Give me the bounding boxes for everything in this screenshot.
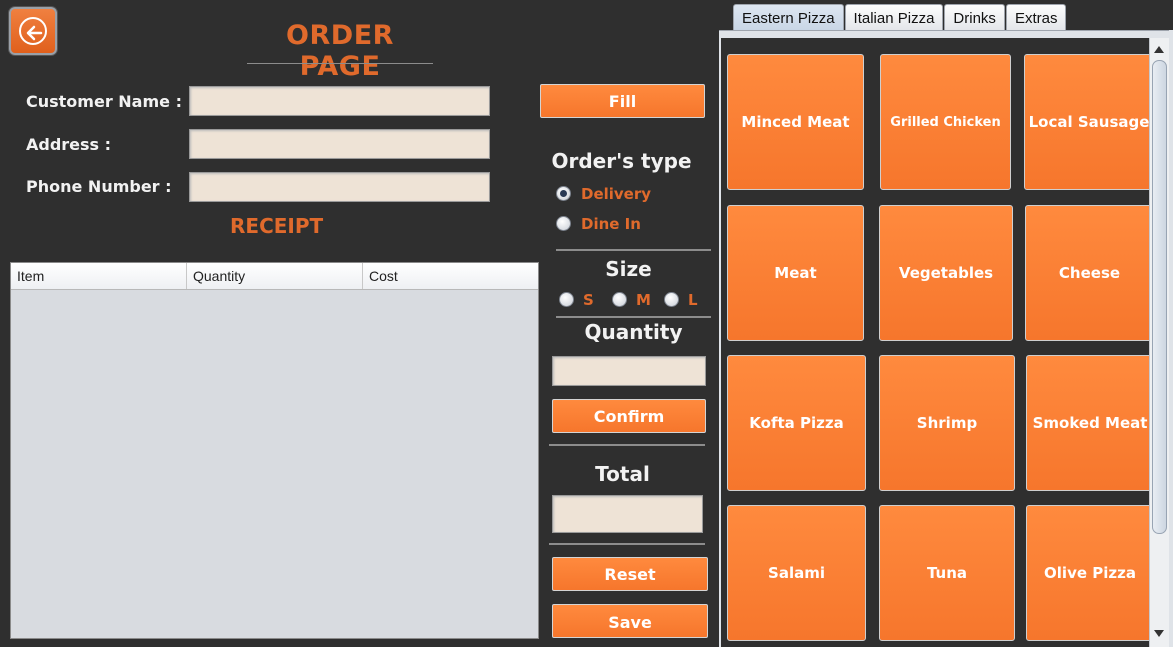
tab-italian-pizza[interactable]: Italian Pizza <box>844 4 944 30</box>
menu-item-cheese[interactable]: Cheese <box>1025 205 1154 341</box>
phone-number-label: Phone Number : <box>26 177 172 196</box>
divider <box>556 249 711 251</box>
size-title: Size <box>605 257 652 281</box>
phone-number-input[interactable] <box>189 172 490 202</box>
menu-item-meat[interactable]: Meat <box>727 205 864 341</box>
menu-item-grilled-chicken[interactable]: Grilled Chicken <box>880 54 1011 190</box>
tab-eastern-pizza[interactable]: Eastern Pizza <box>733 4 844 30</box>
size-m-label: M <box>636 291 651 309</box>
column-header-quantity[interactable]: Quantity <box>187 263 363 289</box>
reset-button[interactable]: Reset <box>552 557 708 591</box>
scroll-down-icon[interactable] <box>1154 630 1164 637</box>
quantity-title: Quantity <box>584 320 683 344</box>
table-header: Item Quantity Cost <box>11 263 538 290</box>
order-type-title: Order's type <box>551 149 692 173</box>
panel-edge <box>1169 30 1173 647</box>
back-arrow-glyph <box>26 25 43 41</box>
fill-button[interactable]: Fill <box>540 84 705 118</box>
size-l-label: L <box>688 291 698 309</box>
menu-panel: Minced Meat Grilled Chicken Local Sausag… <box>719 38 1154 647</box>
size-s-radio[interactable] <box>559 292 574 307</box>
size-l-radio[interactable] <box>664 292 679 307</box>
menu-item-minced-meat[interactable]: Minced Meat <box>727 54 864 190</box>
total-field <box>552 495 703 533</box>
quantity-input[interactable] <box>552 356 706 386</box>
menu-item-tuna[interactable]: Tuna <box>879 505 1015 641</box>
scroll-thumb[interactable] <box>1152 60 1167 534</box>
dine-in-radio[interactable] <box>556 216 571 231</box>
page-title: ORDER PAGE <box>286 20 394 82</box>
menu-item-local-sausage[interactable]: Local Sausage <box>1024 54 1154 190</box>
size-m-radio[interactable] <box>612 292 627 307</box>
divider <box>549 444 705 446</box>
menu-item-vegetables[interactable]: Vegetables <box>879 205 1013 341</box>
save-button[interactable]: Save <box>552 604 708 638</box>
column-header-cost[interactable]: Cost <box>363 263 538 289</box>
menu-item-kofta-pizza[interactable]: Kofta Pizza <box>727 355 866 491</box>
scroll-up-icon[interactable] <box>1154 46 1164 53</box>
address-label: Address : <box>26 135 112 154</box>
menu-item-shrimp[interactable]: Shrimp <box>879 355 1015 491</box>
column-header-item[interactable]: Item <box>11 263 187 289</box>
total-title: Total <box>595 462 650 486</box>
delivery-radio[interactable] <box>556 186 571 201</box>
dine-in-label: Dine In <box>581 215 641 233</box>
customer-name-label: Customer Name : <box>26 92 182 111</box>
menu-item-smoked-meat[interactable]: Smoked Meat <box>1026 355 1154 491</box>
receipt-table[interactable]: Item Quantity Cost <box>10 262 539 639</box>
menu-tabs: Eastern Pizza Italian Pizza Drinks Extra… <box>733 4 1067 30</box>
delivery-label: Delivery <box>581 185 652 203</box>
customer-name-input[interactable] <box>189 86 490 116</box>
tab-extras[interactable]: Extras <box>1005 4 1067 30</box>
menu-item-olive-pizza[interactable]: Olive Pizza <box>1026 505 1154 641</box>
receipt-title: RECEIPT <box>230 214 324 238</box>
menu-scrollbar[interactable] <box>1149 38 1169 647</box>
tab-drinks[interactable]: Drinks <box>944 4 1005 30</box>
size-s-label: S <box>583 291 594 309</box>
divider <box>556 316 711 318</box>
back-button[interactable] <box>9 7 57 55</box>
divider <box>549 543 705 545</box>
confirm-button[interactable]: Confirm <box>552 399 706 433</box>
address-input[interactable] <box>189 129 490 159</box>
menu-item-salami[interactable]: Salami <box>727 505 866 641</box>
title-underline <box>247 63 433 64</box>
